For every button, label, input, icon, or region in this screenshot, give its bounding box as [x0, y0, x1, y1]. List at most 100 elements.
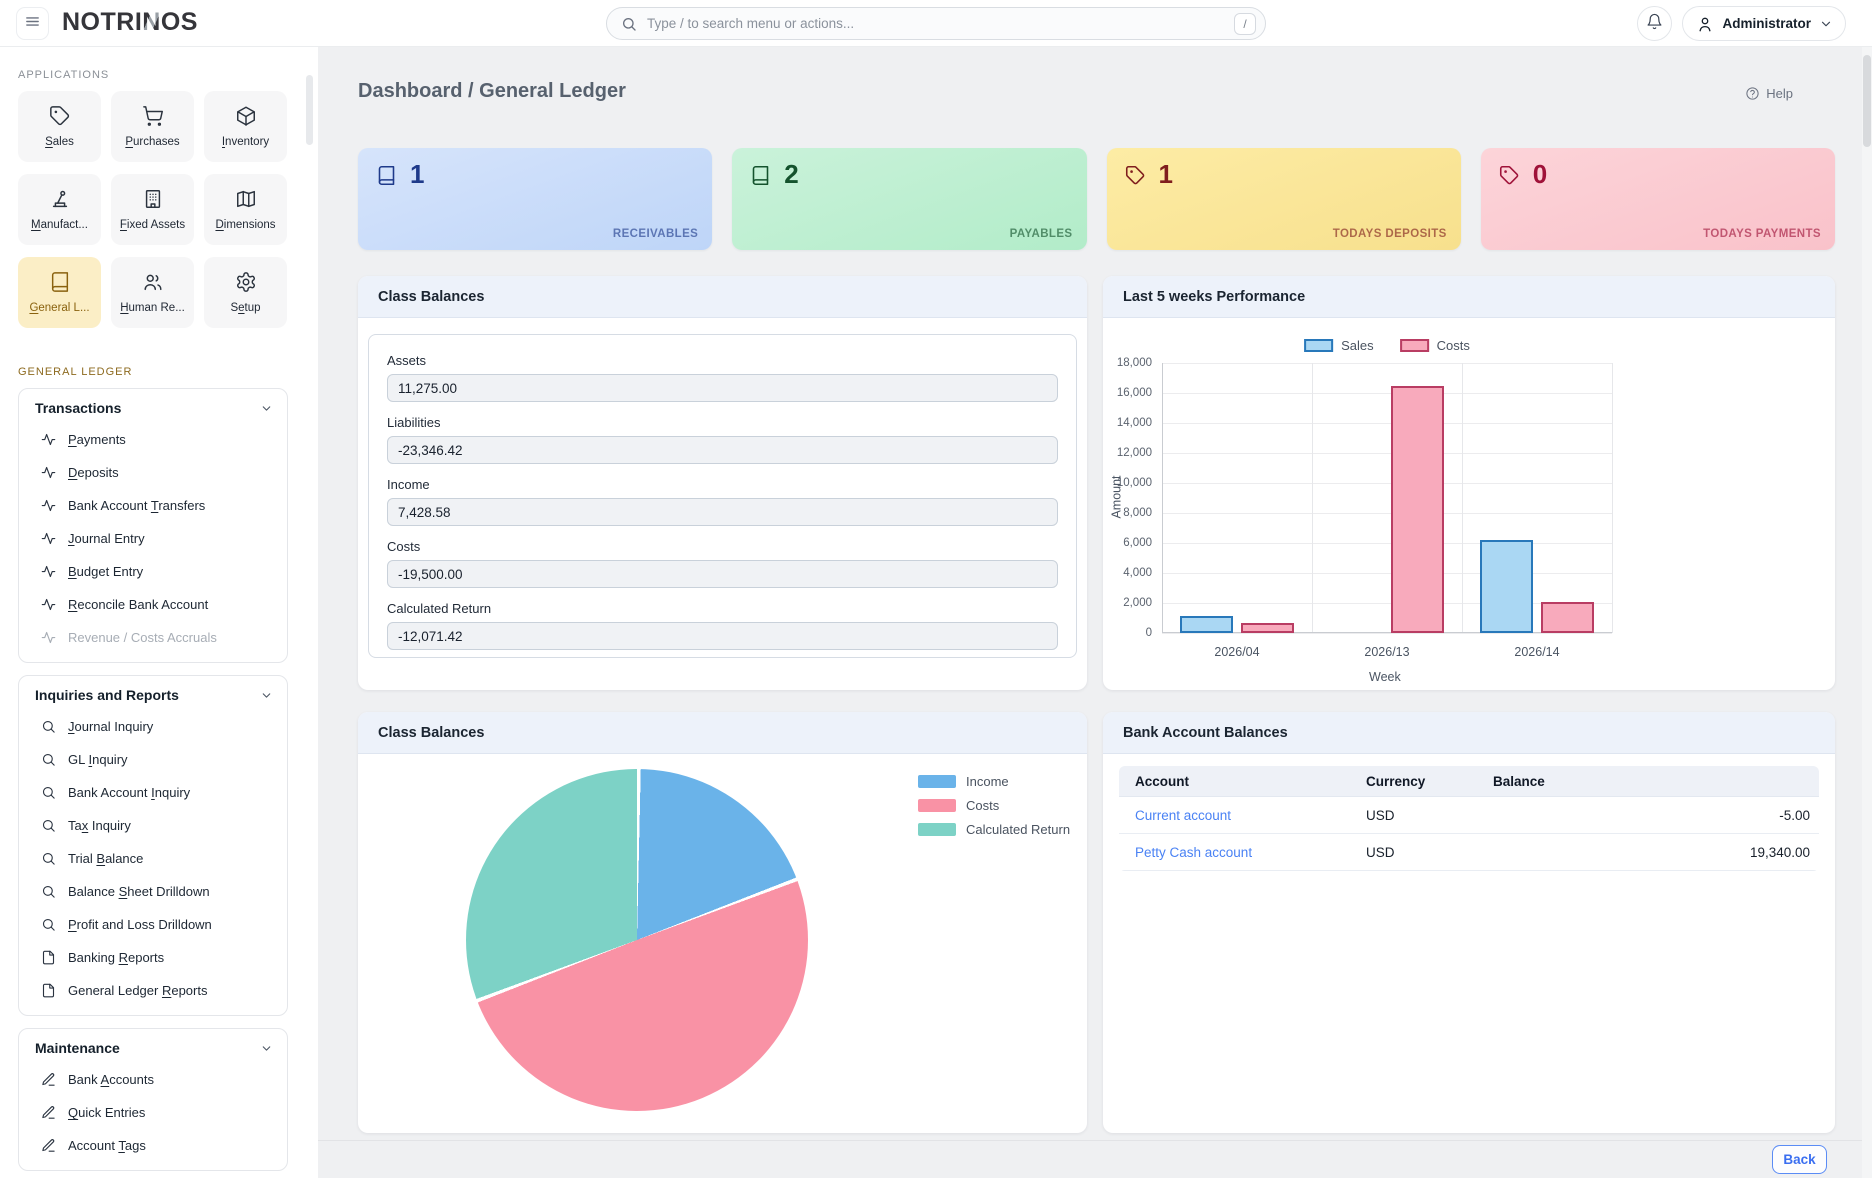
sidebar-item-budget-entry[interactable]: Budget Entry [19, 555, 287, 588]
app-tile-dimensions[interactable]: Dimensions [204, 174, 287, 245]
app-tile-general-l[interactable]: General L... [18, 257, 101, 328]
stat-value: 2 [784, 159, 798, 190]
column-header-balance: Balance [1493, 774, 1819, 789]
search-icon [41, 752, 56, 767]
global-search[interactable]: / [606, 7, 1266, 40]
field-value-calculated-return[interactable]: -12,071.42 [387, 622, 1058, 650]
sidebar-item-bank-accounts[interactable]: Bank Accounts [19, 1063, 287, 1096]
group-header-maintenance[interactable]: Maintenance [19, 1029, 287, 1063]
notifications-button[interactable] [1637, 6, 1672, 41]
app-tile-sales[interactable]: Sales [18, 91, 101, 162]
legend-label: Calculated Return [966, 822, 1070, 837]
page-scrollbar[interactable] [1862, 47, 1872, 1178]
sidebar-item-balance-sheet-drilldown[interactable]: Balance Sheet Drilldown [19, 875, 287, 908]
stat-card-receivables[interactable]: 1RECEIVABLES [358, 148, 712, 250]
help-icon [1745, 86, 1760, 101]
sidebar-item-general-ledger-reports[interactable]: General Ledger Reports [19, 974, 287, 1007]
y-axis-tick: 16,000 [1102, 387, 1152, 399]
account-link-current-account[interactable]: Current account [1135, 808, 1231, 823]
gear-icon [235, 271, 257, 293]
sidebar-group-transactions: TransactionsPaymentsDepositsBank Account… [18, 388, 288, 663]
sidebar-item-label: Balance Sheet Drilldown [68, 884, 210, 899]
pencil-icon [41, 1138, 56, 1153]
table-header-row: AccountCurrencyBalance [1119, 766, 1819, 797]
sidebar-item-reconcile-bank-account[interactable]: Reconcile Bank Account [19, 588, 287, 621]
bar-chart: 02,0004,0006,0008,00010,00012,00014,0001… [1103, 318, 1835, 690]
group-title: Inquiries and Reports [35, 687, 179, 703]
table-row: Current accountUSD-5.00 [1119, 797, 1819, 834]
tag-icon [1125, 165, 1146, 186]
main-content: Dashboard / General Ledger Help 1RECEIVA… [318, 47, 1872, 1178]
breadcrumb: Dashboard / General Ledger [358, 80, 626, 103]
stat-label: TODAYS PAYMENTS [1703, 228, 1821, 240]
file-icon [41, 983, 56, 998]
search-icon [41, 785, 56, 800]
search-icon [621, 16, 637, 32]
search-icon [621, 16, 637, 32]
bar-sales-2026-14 [1480, 540, 1533, 633]
app-tile-manufact[interactable]: Manufact... [18, 174, 101, 245]
form-field-assets: Assets11,275.00 [387, 353, 1058, 402]
pie-legend-item-costs: Costs [918, 798, 1070, 813]
activity-icon [41, 630, 56, 645]
account-link-petty-cash-account[interactable]: Petty Cash account [1135, 845, 1252, 860]
sidebar-item-label: Trial Balance [68, 851, 143, 866]
sidebar-item-label: Bank Accounts [68, 1072, 154, 1087]
column-header-account: Account [1119, 774, 1350, 789]
menu-button[interactable] [16, 7, 49, 40]
sidebar-item-profit-and-loss-drilldown[interactable]: Profit and Loss Drilldown [19, 908, 287, 941]
field-value-assets[interactable]: 11,275.00 [387, 374, 1058, 402]
back-button[interactable]: Back [1772, 1145, 1827, 1174]
sidebar-item-banking-reports[interactable]: Banking Reports [19, 941, 287, 974]
stat-card-payables[interactable]: 2PAYABLES [732, 148, 1086, 250]
app-tile-purchases[interactable]: Purchases [111, 91, 194, 162]
legend-label: Sales [1341, 338, 1374, 353]
balance-cell: 19,340.00 [1493, 845, 1819, 860]
shortcut-key-badge: / [1234, 13, 1256, 35]
sidebar-scrollbar-thumb[interactable] [306, 75, 313, 145]
sidebar-item-account-tags[interactable]: Account Tags [19, 1129, 287, 1162]
sidebar-item-payments[interactable]: Payments [19, 423, 287, 456]
app-tile-label: Setup [230, 302, 260, 314]
sidebar-item-quick-entries[interactable]: Quick Entries [19, 1096, 287, 1129]
group-header-transactions[interactable]: Transactions [19, 389, 287, 423]
form-field-costs: Costs-19,500.00 [387, 539, 1058, 588]
app-tile-human-re[interactable]: Human Re... [111, 257, 194, 328]
stat-value: 0 [1533, 159, 1547, 190]
app-tile-inventory[interactable]: Inventory [204, 91, 287, 162]
sidebar-item-trial-balance[interactable]: Trial Balance [19, 842, 287, 875]
table-row: Petty Cash accountUSD19,340.00 [1119, 834, 1819, 871]
sidebar-item-tax-inquiry[interactable]: Tax Inquiry [19, 809, 287, 842]
field-value-costs[interactable]: -19,500.00 [387, 560, 1058, 588]
sidebar-item-journal-inquiry[interactable]: Journal Inquiry [19, 710, 287, 743]
app-tile-label: Human Re... [120, 302, 185, 314]
sidebar-item-journal-entry[interactable]: Journal Entry [19, 522, 287, 555]
search-input[interactable] [647, 16, 1224, 31]
page-scrollbar-thumb[interactable] [1863, 55, 1871, 147]
sidebar-item-bank-account-inquiry[interactable]: Bank Account Inquiry [19, 776, 287, 809]
app-tile-setup[interactable]: Setup [204, 257, 287, 328]
sidebar-item-gl-inquiry[interactable]: GL Inquiry [19, 743, 287, 776]
class-balances-panel: Class Balances Assets11,275.00Liabilitie… [358, 276, 1087, 690]
field-value-liabilities[interactable]: -23,346.42 [387, 436, 1058, 464]
sidebar-item-bank-account-transfers[interactable]: Bank Account Transfers [19, 489, 287, 522]
group-header-inquiries-and-reports[interactable]: Inquiries and Reports [19, 676, 287, 710]
tag-icon [49, 105, 71, 127]
people-icon [142, 271, 164, 293]
user-menu[interactable]: Administrator [1682, 6, 1846, 41]
pencil-icon [41, 1072, 56, 1087]
pie-legend-item-income: Income [918, 774, 1070, 789]
sidebar-item-deposits[interactable]: Deposits [19, 456, 287, 489]
book-icon [376, 165, 397, 186]
stat-card-todays-payments[interactable]: 0 TODAYS PAYMENTS [1481, 148, 1835, 250]
panel-title: Bank Account Balances [1103, 712, 1835, 754]
field-value-income[interactable]: 7,428.58 [387, 498, 1058, 526]
hamburger-icon [24, 13, 41, 30]
plot-frame [1162, 363, 1612, 633]
help-link[interactable]: Help [1745, 86, 1793, 101]
form-field-liabilities: Liabilities-23,346.42 [387, 415, 1058, 464]
user-name: Administrator [1722, 16, 1811, 31]
app-tile-fixed-assets[interactable]: Fixed Assets [111, 174, 194, 245]
pie-chart [466, 769, 808, 1111]
stat-card-todays-deposits[interactable]: 1TODAYS DEPOSITS [1107, 148, 1461, 250]
